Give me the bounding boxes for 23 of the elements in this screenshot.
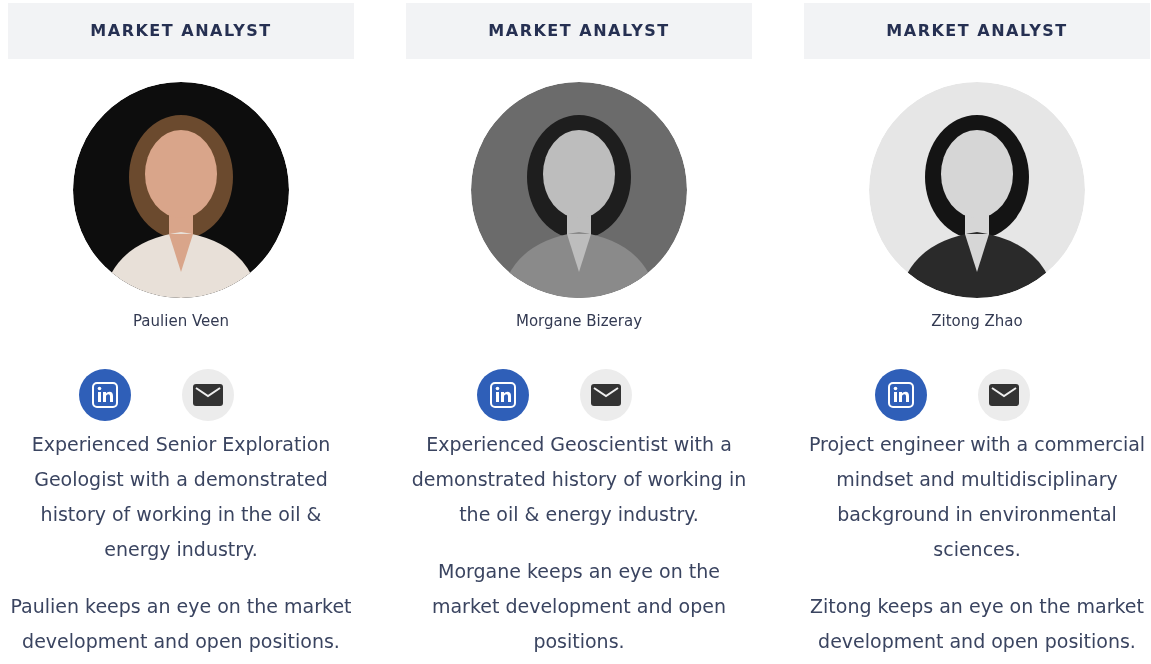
mail-icon: [591, 383, 621, 406]
role-heading: MARKET ANALYST: [8, 3, 354, 59]
bio-paragraph: Project engineer with a commercial mindset and multidisciplinary background in environmental sciences.: [807, 431, 1147, 562]
bio-paragraph: Paulien keeps an eye on the market development and open positions.: [10, 593, 352, 654]
linkedin-button[interactable]: [477, 368, 529, 421]
mail-icon: [193, 383, 223, 406]
linkedin-button[interactable]: [875, 368, 927, 421]
linkedin-icon: [888, 381, 914, 408]
bio-paragraph: Experienced Geoscientist with a demonstrated history of working in the oil & energy industry.: [410, 431, 748, 527]
linkedin-icon: [92, 381, 118, 408]
linkedin-button[interactable]: [79, 368, 131, 421]
linkedin-icon: [490, 381, 516, 408]
email-button[interactable]: [182, 368, 234, 421]
mail-icon: [989, 383, 1019, 406]
role-heading: MARKET ANALYST: [406, 3, 752, 59]
bio-paragraph: Zitong keeps an eye on the market development and open positions.: [809, 593, 1145, 654]
member-name: Morgane Bizeray: [515, 311, 642, 332]
role-heading: MARKET ANALYST: [804, 3, 1150, 59]
email-button[interactable]: [580, 368, 632, 421]
member-name: Zitong Zhao: [931, 311, 1023, 332]
bio-paragraph: Experienced Senior Exploration Geologist with a demonstrated history of working in the oil & energy industry.: [30, 431, 332, 562]
member-name: Paulien Veen: [133, 311, 229, 332]
bio-paragraph: Morgane keeps an eye on the market development and open positions.: [430, 558, 727, 654]
